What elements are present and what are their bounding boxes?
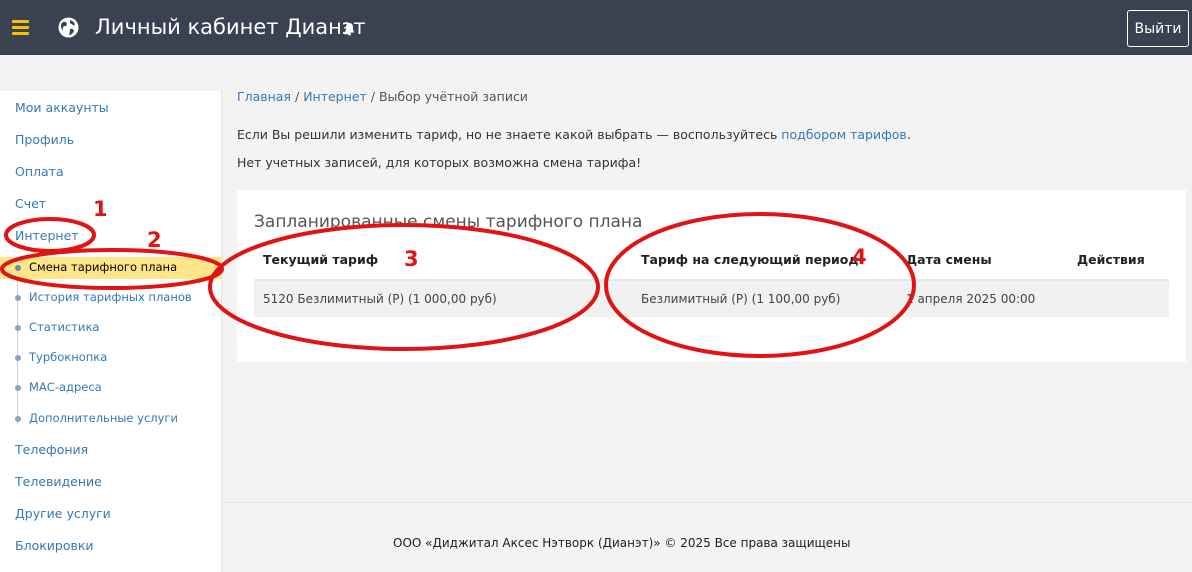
- tariff-info-text: Если Вы решили изменить тариф, но не зна…: [237, 127, 911, 142]
- footer-copyright: ООО «Диджитал Аксес Нэтворк (Дианэт)» © …: [393, 536, 851, 550]
- annotation-number: 3: [404, 247, 419, 271]
- sidebar-item-payment[interactable]: Оплата: [15, 164, 64, 179]
- breadcrumb: Главная / Интернет / Выбор учётной запис…: [237, 89, 528, 104]
- bullet-icon: [15, 416, 21, 422]
- sidebar-item-other-services[interactable]: Другие услуги: [15, 506, 111, 521]
- sidebar-item-blocks[interactable]: Блокировки: [15, 538, 94, 553]
- sidebar-subitem-turbo[interactable]: Турбокнопка: [0, 347, 222, 369]
- top-navbar: Личный кабинет Дианэт Выйти: [0, 0, 1192, 55]
- sidebar-subitem-label: МАС-адреса: [29, 380, 102, 394]
- column-header-current: Текущий тариф: [263, 252, 379, 267]
- info-text: Если Вы решили изменить тариф, но не зна…: [237, 127, 782, 142]
- sidebar-subitem-tariff-change[interactable]: Смена тарифного плана: [0, 257, 222, 279]
- cell-next-tariff: Безлимитный (Р) (1 100,00 руб): [641, 292, 841, 306]
- no-accounts-message: Нет учетных записей, для которых возможн…: [237, 155, 642, 170]
- info-text-end: .: [906, 127, 911, 142]
- sidebar-subitem-label: Статистика: [29, 320, 100, 334]
- column-header-date: Дата смены: [906, 252, 992, 267]
- sidebar-item-invoice[interactable]: Счет: [15, 196, 46, 211]
- sidebar-subitem-statistics[interactable]: Статистика: [0, 317, 222, 339]
- annotation-number: 4: [852, 245, 867, 269]
- breadcrumb-internet[interactable]: Интернет: [303, 89, 367, 104]
- footer-divider: [222, 502, 1192, 503]
- column-header-actions: Действия: [1077, 252, 1145, 267]
- sidebar-subitem-label: Дополнительные услуги: [29, 411, 178, 425]
- bullet-icon: [15, 385, 21, 391]
- menu-icon[interactable]: [12, 20, 29, 35]
- globe-icon: [58, 17, 79, 38]
- breadcrumb-separator: /: [370, 89, 375, 104]
- bullet-icon: [15, 355, 21, 361]
- annotation-number: 2: [147, 228, 162, 252]
- sidebar-item-accounts[interactable]: Мои аккаунты: [15, 100, 109, 115]
- annotation-number: 1: [93, 197, 108, 221]
- breadcrumb-current: Выбор учётной записи: [378, 89, 528, 104]
- sidebar: Мои аккаунты Профиль Оплата Счет Интерне…: [0, 91, 222, 572]
- app-title: Личный кабинет Дианэт: [95, 15, 366, 39]
- cell-change-date: 1 апреля 2025 00:00: [906, 292, 1036, 306]
- sidebar-item-internet[interactable]: Интернет: [15, 228, 79, 243]
- sidebar-subitem-label: История тарифных планов: [29, 290, 192, 304]
- sidebar-item-tv[interactable]: Телевидение: [15, 474, 102, 489]
- sidebar-subitem-extra-services[interactable]: Дополнительные услуги: [0, 408, 222, 430]
- logout-button[interactable]: Выйти: [1127, 10, 1189, 47]
- bullet-icon: [15, 325, 21, 331]
- breadcrumb-separator: /: [294, 89, 300, 104]
- bullet-icon: [15, 265, 21, 271]
- bullet-icon: [15, 295, 21, 301]
- sidebar-item-telephony[interactable]: Телефония: [15, 442, 88, 457]
- sidebar-subitem-mac[interactable]: МАС-адреса: [0, 377, 222, 399]
- sidebar-subitem-label: Смена тарифного плана: [29, 260, 178, 274]
- scheduled-changes-panel: Запланированные смены тарифного плана Те…: [237, 190, 1186, 362]
- column-header-next: Тариф на следующий период: [641, 252, 859, 267]
- breadcrumb-home[interactable]: Главная: [237, 89, 291, 104]
- sidebar-subitem-tariff-history[interactable]: История тарифных планов: [0, 287, 222, 309]
- panel-title: Запланированные смены тарифного плана: [254, 212, 643, 232]
- cell-current-tariff: 5120 Безлимитный (Р) (1 000,00 руб): [263, 292, 497, 306]
- sidebar-subitem-label: Турбокнопка: [29, 350, 108, 364]
- bell-icon[interactable]: [343, 22, 356, 36]
- tariff-picker-link[interactable]: подбором тарифов: [781, 127, 907, 142]
- sidebar-item-profile[interactable]: Профиль: [15, 132, 74, 147]
